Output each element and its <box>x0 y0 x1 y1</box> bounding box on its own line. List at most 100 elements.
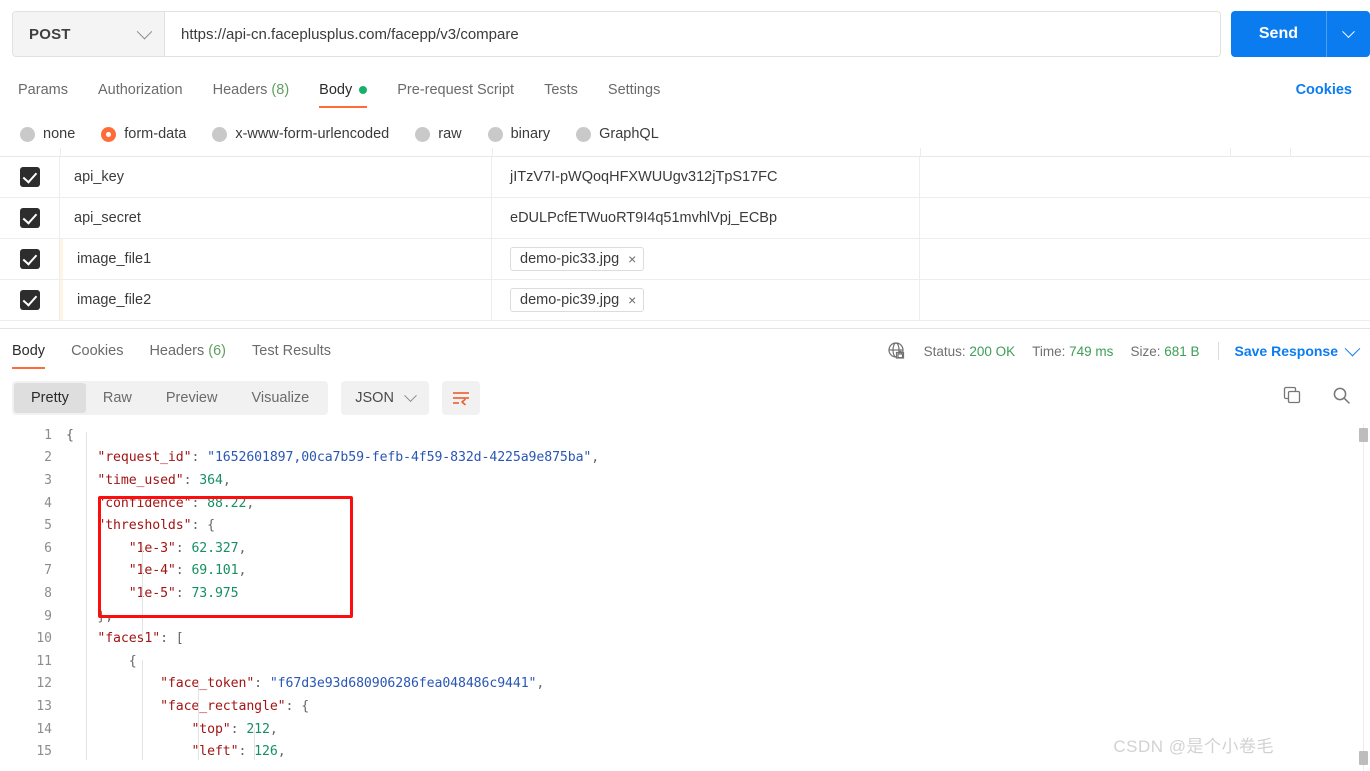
form-key-api_key[interactable]: api_key <box>60 157 492 197</box>
tab-authorization[interactable]: Authorization <box>98 68 183 112</box>
form-description-image_file1[interactable] <box>920 239 1370 279</box>
line-number: 9 <box>44 608 52 624</box>
body-mode-radios: none form-data x-www-form-urlencoded raw… <box>0 112 1370 156</box>
file-name: demo-pic33.jpg <box>520 251 620 267</box>
tab-label: Body <box>319 82 353 98</box>
body-mode-form-data[interactable]: form-data <box>101 126 186 142</box>
chevron-down-icon <box>404 388 417 402</box>
save-response-button[interactable]: Save Response <box>1235 340 1361 359</box>
checkbox-checked-icon[interactable] <box>19 167 40 187</box>
body-mode-graphql[interactable]: GraphQL <box>576 126 659 142</box>
body-mode-raw[interactable]: raw <box>415 126 462 142</box>
url-input[interactable]: https://api-cn.faceplusplus.com/facepp/v… <box>165 12 1220 56</box>
url-bar: POST https://api-cn.faceplusplus.com/fac… <box>0 0 1370 68</box>
code-text: "1e-3": 62.327, <box>128 540 247 556</box>
wrap-lines-button[interactable] <box>441 381 480 415</box>
format-tab-pretty[interactable]: Pretty <box>14 383 86 413</box>
tab-body[interactable]: Body <box>319 68 368 112</box>
radio-label: binary <box>510 126 551 142</box>
tab-tests[interactable]: Tests <box>544 68 578 112</box>
postman-window: POST https://api-cn.faceplusplus.com/fac… <box>0 0 1370 771</box>
copy-icon <box>1283 386 1301 404</box>
form-key-api_secret[interactable]: api_secret <box>60 198 492 238</box>
code-text: { <box>128 653 137 669</box>
response-tab-body[interactable]: Body <box>12 329 46 373</box>
code-text: "left": 126, <box>191 744 286 760</box>
chevron-down-icon <box>1344 340 1361 356</box>
remove-file-icon[interactable]: × <box>628 293 636 307</box>
size-value: 681 B <box>1164 343 1200 359</box>
tab-params[interactable]: Params <box>18 68 68 112</box>
code-line: 2 "request_id": "1652601897,00ca7b59-fef… <box>0 447 1370 470</box>
tab-label: Settings <box>607 82 661 98</box>
time-value: 749 ms <box>1069 343 1114 359</box>
chevron-down-icon <box>1342 24 1355 38</box>
checkbox-checked-icon[interactable] <box>19 290 40 310</box>
divider <box>1217 342 1219 360</box>
scrollbar-thumb-bottom[interactable] <box>1359 751 1368 765</box>
line-number: 3 <box>44 472 52 488</box>
file-chip[interactable]: demo-pic39.jpg × <box>510 288 645 312</box>
checkbox-checked-icon[interactable] <box>19 249 40 269</box>
body-mode-x-www-form-urlencoded[interactable]: x-www-form-urlencoded <box>212 126 389 142</box>
remove-file-icon[interactable]: × <box>628 252 636 266</box>
form-key-image_file2[interactable]: image_file2 <box>60 280 492 320</box>
response-tab-cookies[interactable]: Cookies <box>71 329 123 373</box>
row-enable-cell <box>0 198 60 238</box>
http-method-select[interactable]: POST <box>13 12 165 56</box>
code-line: 7 "1e-4": 69.101, <box>0 560 1370 583</box>
format-tab-preview[interactable]: Preview <box>149 383 235 413</box>
size-label: Size: <box>1130 343 1161 359</box>
format-segmented-control: Pretty Raw Preview Visualize <box>12 381 329 415</box>
search-icon <box>1333 387 1350 404</box>
form-description-image_file2[interactable] <box>920 280 1370 320</box>
chevron-down-icon <box>136 23 153 39</box>
scrollbar-thumb-top[interactable] <box>1359 428 1368 442</box>
method-url-group: POST https://api-cn.faceplusplus.com/fac… <box>12 11 1221 57</box>
code-text: "top": 212, <box>191 721 278 737</box>
send-options-button[interactable] <box>1326 11 1370 57</box>
radio-icon <box>212 126 228 142</box>
form-description-api_key[interactable] <box>920 157 1370 197</box>
cookies-link[interactable]: Cookies <box>1296 68 1352 112</box>
code-rows: 1{2 "request_id": "1652601897,00ca7b59-f… <box>0 424 1370 763</box>
tab-headers[interactable]: Headers (8) <box>213 68 290 112</box>
radio-icon <box>20 126 35 142</box>
copy-button[interactable] <box>1282 385 1303 411</box>
tab-pre-request-script[interactable]: Pre-request Script <box>397 68 514 112</box>
code-line: 3 "time_used": 364, <box>0 469 1370 492</box>
tab-label: Authorization <box>97 82 183 98</box>
code-line: 11 { <box>0 650 1370 673</box>
response-tab-headers[interactable]: Headers (6) <box>149 329 226 373</box>
vertical-scrollbar[interactable] <box>1360 424 1368 771</box>
search-button[interactable] <box>1331 385 1352 411</box>
radio-label: raw <box>438 126 462 142</box>
code-line: 8 "1e-5": 73.975 <box>0 582 1370 605</box>
tab-label: Params <box>18 82 68 98</box>
code-line: 1{ <box>0 424 1370 447</box>
row-enable-cell <box>0 239 60 279</box>
body-mode-none[interactable]: none <box>20 126 75 142</box>
form-value-api_secret[interactable]: eDULPcfETWuoRT9I4q51mvhlVpj_ECBp <box>492 198 920 238</box>
format-tab-visualize[interactable]: Visualize <box>234 383 326 413</box>
form-value-api_key[interactable]: jITzV7I-pWQoqHFXWUUgv312jTpS17FC <box>492 157 920 197</box>
response-tab-test-results[interactable]: Test Results <box>252 329 331 373</box>
line-number: 10 <box>36 631 52 647</box>
response-body-json[interactable]: 1{2 "request_id": "1652601897,00ca7b59-f… <box>0 424 1370 771</box>
response-language-select[interactable]: JSON <box>341 381 429 415</box>
form-description-api_secret[interactable] <box>920 198 1370 238</box>
checkbox-checked-icon[interactable] <box>19 208 40 228</box>
language-label: JSON <box>355 390 394 406</box>
body-mode-binary[interactable]: binary <box>487 126 551 142</box>
format-tab-raw[interactable]: Raw <box>86 383 149 413</box>
radio-label: form-data <box>124 126 187 142</box>
form-key-image_file1[interactable]: image_file1 <box>60 239 492 279</box>
send-button[interactable]: Send <box>1230 11 1326 57</box>
tab-count: (6) <box>208 342 226 359</box>
tab-label: Test Results <box>252 342 331 359</box>
tab-settings[interactable]: Settings <box>608 68 660 112</box>
tab-label: Tests <box>544 82 578 98</box>
code-text: "time_used": 364, <box>97 472 231 488</box>
table-row: api_secret eDULPcfETWuoRT9I4q51mvhlVpj_E… <box>0 198 1370 239</box>
file-chip[interactable]: demo-pic33.jpg × <box>510 247 645 271</box>
